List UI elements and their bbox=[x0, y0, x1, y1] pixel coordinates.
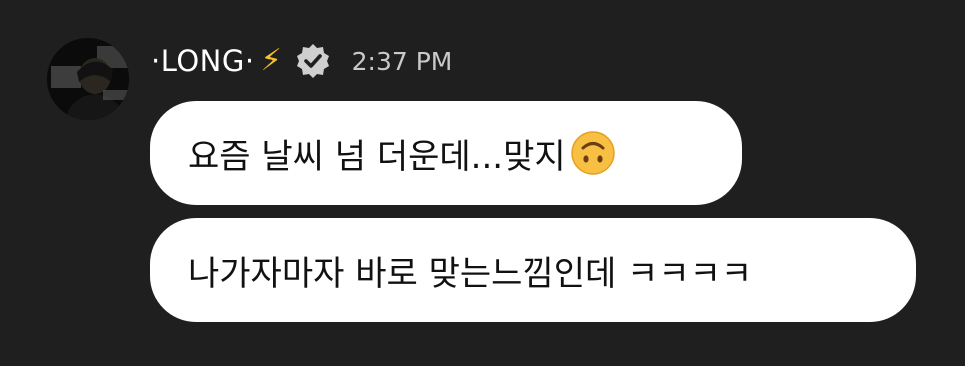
chat-message-group: ·LONG· ⚡ 2:37 PM 요즘 날씨 넘 더운데...맞지 나가자마자 … bbox=[0, 0, 965, 366]
message-text: 요즘 날씨 넘 더운데...맞지 bbox=[188, 136, 566, 177]
username[interactable]: ·LONG· bbox=[151, 44, 255, 78]
avatar-photo bbox=[47, 38, 129, 120]
message-bubble[interactable]: 요즘 날씨 넘 더운데...맞지 bbox=[150, 101, 742, 205]
upside-down-face-icon bbox=[570, 130, 616, 176]
lightning-icon: ⚡ bbox=[260, 43, 282, 78]
message-text: 나가자마자 바로 맞는느낌인데 ㅋㅋㅋㅋ bbox=[188, 253, 753, 294]
message-timestamp: 2:37 PM bbox=[351, 46, 453, 76]
message-header: ·LONG· ⚡ 2:37 PM bbox=[151, 38, 452, 84]
message-bubble[interactable]: 나가자마자 바로 맞는느낌인데 ㅋㅋㅋㅋ bbox=[150, 218, 916, 322]
user-avatar[interactable] bbox=[47, 38, 129, 120]
verified-badge-icon bbox=[294, 42, 332, 80]
